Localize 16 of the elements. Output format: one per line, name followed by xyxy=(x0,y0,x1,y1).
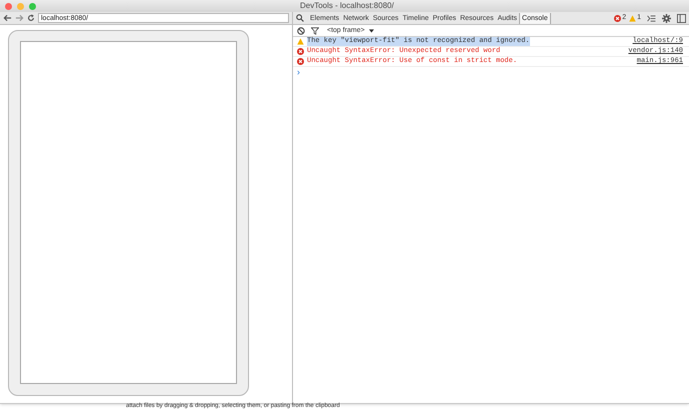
search-icon[interactable] xyxy=(296,14,304,22)
drawer-icon[interactable] xyxy=(647,14,656,22)
back-icon[interactable] xyxy=(3,14,12,22)
dropdown-icon xyxy=(368,28,374,32)
settings-icon[interactable] xyxy=(662,14,671,22)
window-title: DevTools - localhost:8080/ xyxy=(300,0,394,12)
error-icon xyxy=(297,48,304,55)
warning-icon xyxy=(297,38,304,45)
clear-icon[interactable] xyxy=(297,26,305,34)
dock-icon[interactable] xyxy=(677,14,686,22)
error-icon xyxy=(297,58,304,65)
error-icon xyxy=(614,14,622,22)
warning-icon xyxy=(629,14,636,22)
filter-icon[interactable] xyxy=(311,26,319,34)
console-prompt[interactable]: › xyxy=(293,67,689,77)
reload-icon[interactable] xyxy=(27,14,35,22)
